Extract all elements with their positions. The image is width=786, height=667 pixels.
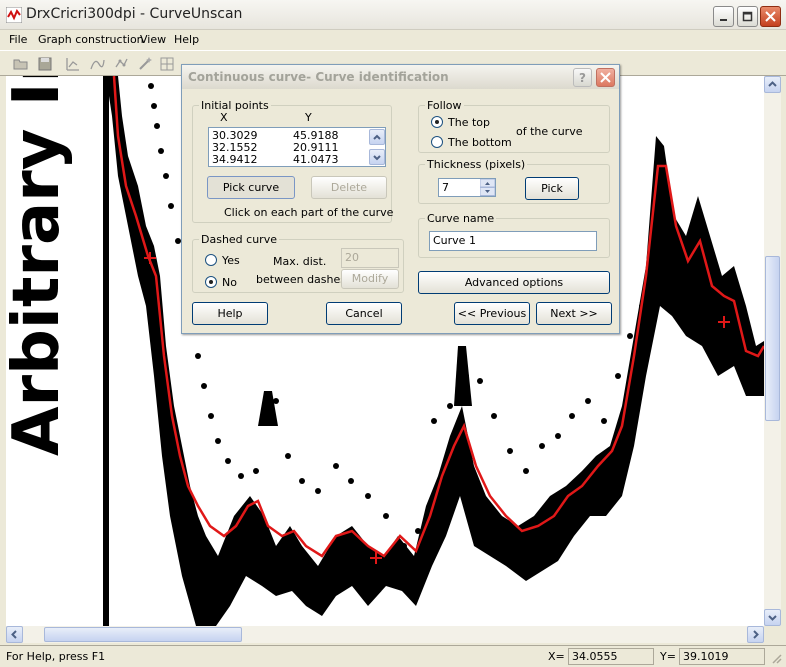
resize-grip-icon[interactable] [770,652,782,664]
dashed-yes-label: Yes [222,254,240,267]
svg-text:?: ? [579,71,586,85]
chevron-left-icon [11,630,17,639]
axis-icon[interactable] [64,55,82,73]
col-y-header: Y [305,111,312,124]
scroll-right-button[interactable] [747,626,764,643]
chevron-up-icon [768,81,777,87]
dashed-no-radio[interactable] [205,276,217,288]
between-dashes-label: between dashes [256,273,346,286]
dashed-curve-label: Dashed curve [199,233,279,246]
menu-help[interactable]: Help [174,33,199,46]
dashed-yes-radio[interactable] [205,254,217,266]
thickness-spinner-icon[interactable] [480,179,495,196]
curve-icon[interactable] [88,55,106,73]
scroll-up-button[interactable] [764,76,781,93]
menu-file[interactable]: File [9,33,27,46]
help-button[interactable]: Help [192,302,268,325]
initial-points-label: Initial points [199,99,271,112]
initial-points-group: Initial points X Y 30.3029 45.9188 32.15… [192,99,394,223]
follow-label: Follow [425,99,464,112]
max-dist-label: Max. dist. [273,255,327,268]
close-icon [600,72,611,83]
dialog-title: Continuous curve- Curve identification [188,70,449,84]
thickness-group: Thickness (pixels) 7 Pick [418,158,610,204]
cancel-button[interactable]: Cancel [326,302,402,325]
delete-button[interactable]: Delete [311,176,387,199]
maximize-button[interactable] [737,6,758,27]
window-title: DrxCricri300dpi - CurveUnscan [26,6,243,22]
follow-group: Follow The top The bottom of the curve [418,99,610,153]
list-item[interactable]: 34.9412 41.0473 [212,153,372,166]
app-icon [6,7,22,23]
minimize-button[interactable] [713,6,734,27]
menu-bar: File Graph construction View Help [0,30,786,50]
vertical-scrollbar[interactable] [764,76,781,626]
wand-icon[interactable] [136,55,154,73]
next-button[interactable]: Next >> [536,302,612,325]
scroll-down-button[interactable] [764,609,781,626]
curve-name-label: Curve name [425,212,497,225]
pick-curve-hint: Click on each part of the curve [224,206,394,219]
horizontal-scroll-thumb[interactable] [44,627,242,642]
dialog-close-button[interactable] [596,68,615,87]
peak-blob [454,346,472,406]
dialog-help-button[interactable]: ? [573,68,592,87]
scroll-left-button[interactable] [6,626,23,643]
chevron-down-icon [768,615,777,621]
status-y-label: Y= [660,650,676,663]
advanced-options-button[interactable]: Advanced options [418,271,610,294]
status-x-value: 34.0555 [568,648,654,665]
list-scroll-down[interactable] [369,149,385,165]
curve-identification-dialog: Continuous curve- Curve identification ?… [181,64,620,334]
maximize-icon [742,11,753,22]
thickness-label: Thickness (pixels) [425,158,528,171]
list-scroll-up[interactable] [369,129,385,145]
vertical-scroll-thumb[interactable] [765,256,780,421]
previous-button[interactable]: << Previous [454,302,530,325]
follow-bottom-radio[interactable] [431,136,443,148]
follow-bottom-label: The bottom [448,136,512,149]
save-icon[interactable] [36,55,54,73]
initial-points-list[interactable]: 30.3029 45.9188 32.1552 20.9111 34.9412 … [208,127,386,167]
question-icon: ? [579,71,586,85]
horizontal-scrollbar[interactable] [6,626,764,643]
grid-icon[interactable] [158,55,176,73]
peak-blob [258,391,278,426]
menu-view[interactable]: View [140,33,166,46]
pick-thickness-button[interactable]: Pick [525,177,579,200]
dialog-title-bar[interactable]: Continuous curve- Curve identification ? [182,65,619,89]
points-icon[interactable] [112,55,130,73]
open-icon[interactable] [12,55,30,73]
status-x-label: X= [548,650,565,663]
dashed-no-label: No [222,276,237,289]
status-y-value: 39.1019 [679,648,765,665]
follow-top-label: The top [448,116,490,129]
pick-curve-button[interactable]: Pick curve [207,176,295,199]
follow-top-radio[interactable] [431,116,443,128]
close-icon [765,11,776,22]
close-button[interactable] [760,6,781,27]
of-the-curve-label: of the curve [516,125,583,138]
title-bar: DrxCricri300dpi - CurveUnscan [0,0,786,30]
curve-name-group: Curve name Curve 1 [418,212,610,258]
col-x-header: X [220,111,228,124]
menu-graph-construction[interactable]: Graph construction [38,33,144,46]
status-bar: For Help, press F1 X= 34.0555 Y= 39.1019 [0,645,786,667]
dashed-curve-group: Dashed curve Yes No Max. dist. between d… [192,233,404,293]
chevron-right-icon [753,630,759,639]
chevron-down-icon [373,155,381,161]
curve-name-field[interactable]: Curve 1 [429,231,597,251]
chevron-up-icon [373,134,381,140]
status-help-text: For Help, press F1 [6,650,106,663]
y-axis-line [103,76,109,626]
modify-button[interactable]: Modify [341,269,399,289]
y-axis-label: Arbitrary Inter [6,76,74,456]
max-dist-field[interactable]: 20 [341,248,399,268]
minimize-icon [720,19,727,21]
